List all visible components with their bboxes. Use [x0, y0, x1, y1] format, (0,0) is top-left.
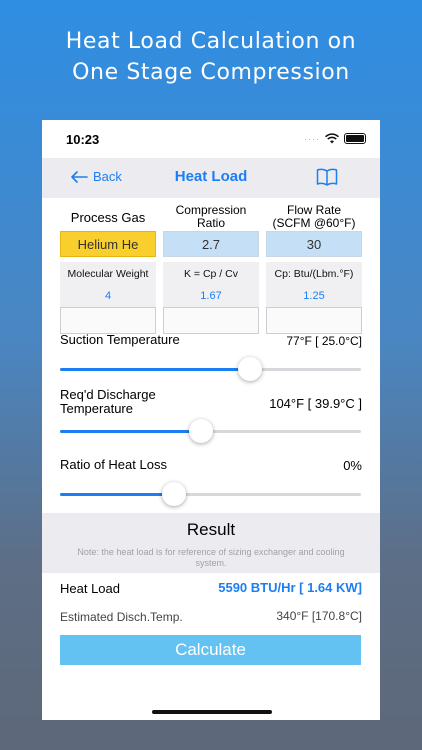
calculate-button[interactable]: Calculate [60, 635, 361, 665]
book-button[interactable] [316, 168, 338, 191]
compression-ratio-label: Compression Ratio [163, 203, 259, 231]
slider-thumb[interactable] [189, 419, 214, 443]
flow-rate-label: Flow Rate (SCFM @60°F) [266, 203, 362, 231]
process-gas-cell: Process Gas Helium He [60, 203, 156, 257]
process-gas-label: Process Gas [70, 209, 146, 225]
molecular-weight-label: Molecular Weight [60, 262, 156, 285]
headline-line-2: One Stage Compression [72, 60, 350, 85]
heat-load-label: Heat Load [60, 581, 120, 596]
heat-loss-slider[interactable] [60, 482, 361, 506]
estimated-disch-temp-label: Estimated Disch.Temp. [60, 610, 183, 624]
status-icons: ···· [304, 133, 366, 144]
cp-cell: Cp: Btu/(Lbm.°F) 1.25 [266, 262, 362, 334]
result-note: Note: the heat load is for reference of … [77, 547, 345, 568]
discharge-temperature-label-line-2: Temperature [60, 401, 133, 416]
home-indicator [152, 710, 272, 714]
k-ratio-cell: K = Cp / Cv 1.67 [163, 262, 259, 334]
slider-fill [60, 493, 175, 496]
discharge-temperature-label-line-1: Req'd Discharge [60, 387, 156, 402]
suction-temperature-slider[interactable] [60, 357, 361, 381]
heat-loss-label: Ratio of Heat Loss [60, 457, 167, 472]
compression-ratio-input[interactable]: 2.7 [163, 231, 259, 257]
molecular-weight-cell: Molecular Weight 4 [60, 262, 156, 334]
estimated-disch-temp-value: 340°F [170.8°C] [276, 609, 362, 623]
k-ratio-field[interactable] [163, 307, 259, 334]
flow-rate-cell: Flow Rate (SCFM @60°F) 30 [266, 203, 362, 257]
compression-ratio-cell: Compression Ratio 2.7 [163, 203, 259, 257]
discharge-temperature-value: 104°F [ 39.9°C ] [269, 396, 362, 411]
phone-screen: 10:23 ···· Back Heat Load Process Gas He… [42, 120, 380, 720]
navigation-bar: Back Heat Load [42, 158, 380, 198]
molecular-weight-value: 4 [60, 285, 156, 307]
cp-value: 1.25 [266, 285, 362, 307]
back-label: Back [93, 169, 122, 184]
cp-label: Cp: Btu/(Lbm.°F) [266, 262, 362, 285]
promo-headline: Heat Load Calculation on One Stage Compr… [0, 26, 422, 88]
discharge-temperature-label: Req'd Discharge Temperature [60, 388, 156, 416]
molecular-weight-field[interactable] [60, 307, 156, 334]
k-ratio-value: 1.67 [163, 285, 259, 307]
process-gas-selector[interactable]: Helium He [60, 231, 156, 257]
arrow-left-icon [71, 170, 88, 183]
headline-line-1: Heat Load Calculation on [65, 29, 357, 54]
suction-temperature-label: Suction Temperature [60, 332, 180, 347]
discharge-temperature-slider[interactable] [60, 419, 361, 443]
back-button[interactable]: Back [70, 169, 122, 184]
result-section: Result Note: the heat load is for refere… [42, 513, 380, 573]
result-title: Result [186, 520, 236, 539]
status-bar: 10:23 ···· [42, 120, 380, 158]
flow-rate-input[interactable]: 30 [266, 231, 362, 257]
cp-field[interactable] [266, 307, 362, 334]
slider-fill [60, 368, 250, 371]
book-icon [316, 168, 338, 186]
heat-load-value: 5590 BTU/Hr [ 1.64 KW] [218, 580, 362, 595]
k-ratio-label: K = Cp / Cv [163, 262, 259, 285]
flow-rate-label-line-2: (SCFM @60°F) [272, 216, 356, 230]
wifi-icon [325, 133, 339, 144]
heat-loss-value: 0% [343, 458, 362, 473]
compression-ratio-label-line-2: Ratio [196, 216, 225, 230]
slider-thumb[interactable] [237, 357, 262, 381]
slider-fill [60, 430, 202, 433]
suction-temperature-value: 77°F [ 25.0°C] [286, 334, 362, 348]
battery-icon [344, 133, 366, 144]
slider-thumb[interactable] [162, 482, 187, 506]
status-time: 10:23 [66, 132, 100, 147]
signal-icon: ···· [304, 133, 320, 144]
